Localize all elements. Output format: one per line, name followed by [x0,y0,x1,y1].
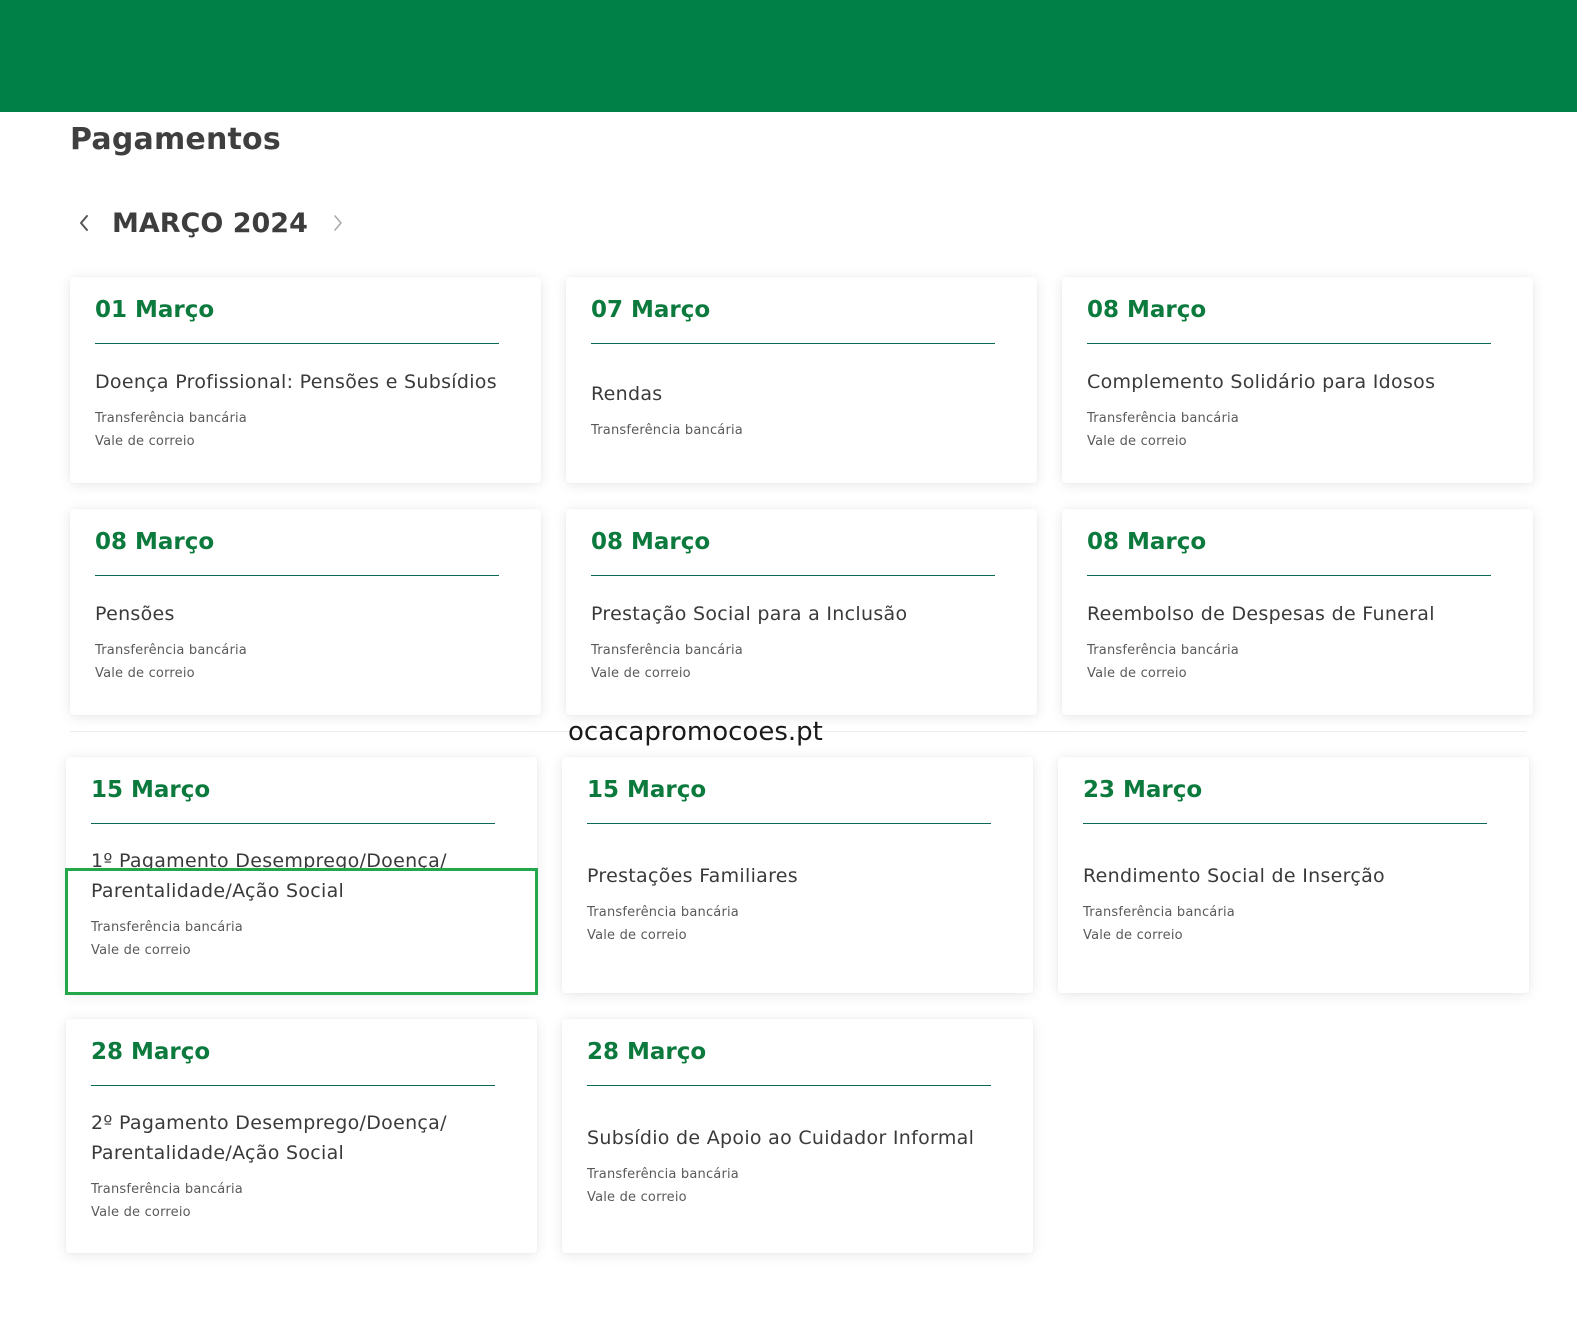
payment-card[interactable]: 28 Março 2º Pagamento Desemprego/Doença/… [66,1019,537,1253]
payment-method: Vale de correio [1083,928,1183,943]
payment-title: 1º Pagamento Desemprego/Doença/ Parental… [91,846,515,906]
payment-method: Vale de correio [95,434,195,449]
payment-title-line: 1º Pagamento Desemprego/Doença/ [91,850,447,872]
payment-method: Vale de correio [91,943,191,958]
divider [1087,575,1491,576]
payment-title: Rendimento Social de Inserção [1083,865,1385,887]
chevron-left-icon[interactable] [72,211,96,235]
payment-method: Transferência bancária [91,1182,243,1197]
payment-title: Doença Profissional: Pensões e Subsídios [95,371,497,393]
payment-card[interactable]: 08 Março Reembolso de Despesas de Funera… [1062,509,1533,715]
payment-date: 08 Março [1087,297,1207,323]
divider [1083,823,1487,824]
payment-method: Vale de correio [587,928,687,943]
payment-title-line: 2º Pagamento Desemprego/Doença/ [91,1112,447,1134]
payment-title: Reembolso de Despesas de Funeral [1087,603,1435,625]
payment-card[interactable]: 08 Março Complemento Solidário para Idos… [1062,277,1533,483]
payment-date: 28 Março [587,1039,707,1065]
payment-method: Transferência bancária [591,422,743,438]
payment-method: Vale de correio [1087,666,1187,681]
payment-card[interactable]: 08 Março Prestação Social para a Inclusã… [566,509,1037,715]
payment-method: Vale de correio [587,1190,687,1205]
divider [591,343,995,344]
payment-method: Transferência bancária [95,411,247,426]
payment-title: Complemento Solidário para Idosos [1087,371,1436,393]
divider [1087,343,1491,344]
payment-method: Transferência bancária [587,905,739,920]
chevron-right-icon[interactable] [326,211,350,235]
payment-title: Rendas [591,382,663,405]
watermark-text: ocacapromocoes.pt [568,717,823,747]
payment-method: Vale de correio [1087,434,1187,449]
payment-card[interactable]: 01 Março Doença Profissional: Pensões e … [70,277,541,483]
month-label: MARÇO 2024 [112,207,308,239]
payment-method: Vale de correio [95,666,195,681]
payment-title-line: Parentalidade/Ação Social [91,1142,345,1164]
payment-method: Transferência bancária [587,1167,739,1182]
payment-card[interactable]: 15 Março 1º Pagamento Desemprego/Doença/… [66,757,537,993]
payment-title: Prestações Familiares [587,865,798,887]
month-navigation: MARÇO 2024 [70,200,350,246]
divider [95,343,499,344]
payment-title: Prestação Social para a Inclusão [591,603,908,625]
payment-method: Vale de correio [91,1205,191,1220]
divider [91,1085,495,1086]
payment-method: Transferência bancária [1087,411,1239,426]
payment-card[interactable]: 28 Março Subsídio de Apoio ao Cuidador I… [562,1019,1033,1253]
payment-card[interactable]: 23 Março Rendimento Social de Inserção T… [1058,757,1529,993]
page-title: Pagamentos [70,122,281,157]
divider [95,575,499,576]
payment-date: 07 Março [591,297,711,323]
payment-title-line: Parentalidade/Ação Social [91,880,345,902]
payment-method: Transferência bancária [1083,905,1235,920]
payment-date: 08 Março [95,529,215,555]
divider [591,575,995,576]
divider [587,1085,991,1086]
payment-date: 15 Março [91,777,211,803]
payment-card[interactable]: 15 Março Prestações Familiares Transferê… [562,757,1033,993]
payment-title: 2º Pagamento Desemprego/Doença/ Parental… [91,1108,515,1168]
payment-method: Transferência bancária [95,643,247,658]
payment-title: Subsídio de Apoio ao Cuidador Informal [587,1127,975,1149]
payment-date: 01 Março [95,297,215,323]
payment-date: 23 Março [1083,777,1203,803]
divider [91,823,495,824]
payment-method: Vale de correio [591,666,691,681]
payment-date: 15 Março [587,777,707,803]
payment-title: Pensões [95,603,175,625]
payment-method: Transferência bancária [1087,643,1239,658]
payment-card[interactable]: 08 Março Pensões Transferência bancária … [70,509,541,715]
payment-date: 08 Março [1087,529,1207,555]
payment-method: Transferência bancária [91,920,243,935]
payment-date: 08 Março [591,529,711,555]
top-header-bar [0,0,1577,112]
divider [587,823,991,824]
payment-method: Transferência bancária [591,643,743,658]
payment-card[interactable]: 07 Março Rendas Transferência bancária [566,277,1037,483]
payment-date: 28 Março [91,1039,211,1065]
